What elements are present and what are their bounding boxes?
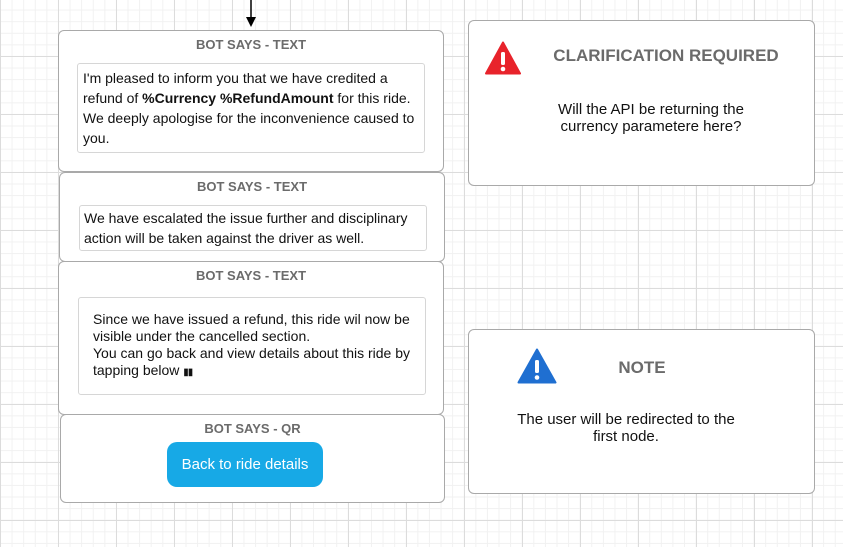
message-line: Since we have issued a refund, this ride… <box>93 311 410 327</box>
message-line: visible under the cancelled section. <box>93 328 311 344</box>
message-box: We have escalated the issue further and … <box>79 205 427 251</box>
note-line: first node. <box>593 428 659 445</box>
message-line: you. <box>83 130 110 146</box>
info-note[interactable]: NOTE The user will be redirected to the … <box>468 329 815 494</box>
bot-text-card-1[interactable]: BOT SAYS - TEXT I'm pleased to inform yo… <box>58 30 444 172</box>
pointing-down-emoji: ▮▮ <box>183 367 193 378</box>
note-body: Will the API be returning the currency p… <box>521 101 781 135</box>
message-box: Since we have issued a refund, this ride… <box>78 297 426 395</box>
note-line: Will the API be returning the <box>558 101 744 118</box>
message-line: tapping below ▮▮ <box>93 362 193 378</box>
back-to-ride-details-button[interactable]: Back to ride details <box>167 442 323 487</box>
warning-icon <box>485 41 521 75</box>
card-title: BOT SAYS - QR <box>204 421 301 436</box>
clarification-note[interactable]: CLARIFICATION REQUIRED Will the API be r… <box>468 20 815 186</box>
note-line: currency parametere here? <box>560 118 742 135</box>
info-icon <box>517 348 557 384</box>
message-line: You can go back and view details about t… <box>93 345 411 361</box>
message-box: I'm pleased to inform you that we have c… <box>77 63 425 153</box>
card-title: BOT SAYS - TEXT <box>195 268 307 283</box>
note-body: The user will be redirected to the first… <box>499 411 753 445</box>
message-line: action will be taken against the driver … <box>84 230 365 246</box>
message-line: We have escalated the issue further and … <box>84 210 408 226</box>
note-title: CLARIFICATION REQUIRED <box>553 46 779 65</box>
message-line: We deeply apologise for the inconvenienc… <box>83 110 415 126</box>
refund-variable: %Currency %RefundAmount <box>142 90 334 106</box>
message-line: refund of %Currency %RefundAmount for th… <box>83 90 411 106</box>
message-line: I'm pleased to inform you that we have c… <box>83 70 388 86</box>
card-title: BOT SAYS - TEXT <box>196 179 308 194</box>
card-title: BOT SAYS - TEXT <box>195 37 307 52</box>
note-line: The user will be redirected to the <box>517 411 735 428</box>
bot-text-card-2[interactable]: BOT SAYS - TEXT We have escalated the is… <box>59 172 445 262</box>
note-title: NOTE <box>618 358 666 377</box>
bot-text-card-3[interactable]: BOT SAYS - TEXT Since we have issued a r… <box>58 261 444 415</box>
connector-arrow <box>246 0 256 27</box>
